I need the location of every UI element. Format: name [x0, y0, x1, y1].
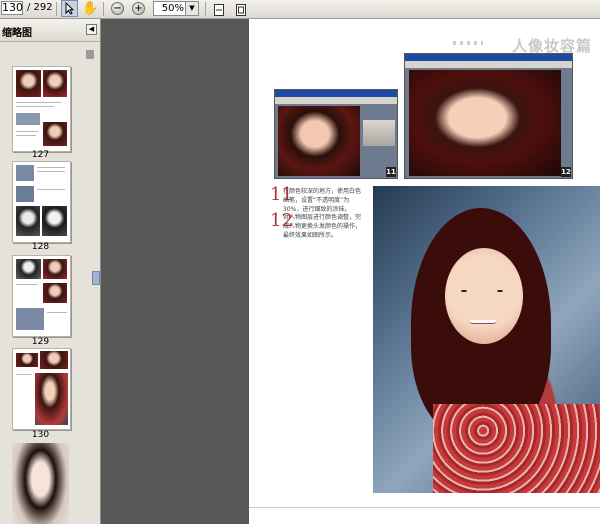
layers-panel [363, 120, 395, 146]
hand-tool-button[interactable]: ✋ [82, 1, 99, 16]
window-toolbar [275, 97, 397, 104]
thumbnail-page-128[interactable] [12, 161, 71, 243]
hand-icon: ✋ [82, 1, 99, 16]
thumbnail-image [16, 206, 40, 236]
portrait-photo [409, 70, 561, 176]
page-bottom-rule [249, 507, 600, 508]
toolbar: 130 / 292 ✋ − + 50% ▼ [0, 0, 600, 19]
thumbnail-image [43, 122, 67, 146]
thumbnail-image [16, 165, 34, 181]
photo-eye [461, 290, 467, 292]
step-text: 对人物图层进行颜色调整，完成人物更换头发颜色的操作，最终效果如图所示。 [283, 214, 362, 239]
thumbnail-text-line [37, 171, 65, 172]
page-number-input[interactable]: 130 [1, 1, 23, 15]
sidebar-title: 缩略图 [2, 28, 32, 39]
portrait-photo [278, 106, 360, 176]
step-screenshot-11: 11 [274, 89, 398, 179]
thumbnail-text-line [16, 374, 32, 375]
zoom-in-button[interactable]: + [132, 2, 145, 15]
thumbnail-text-line [47, 312, 67, 313]
thumbnail-page-127[interactable] [12, 66, 71, 152]
thumbnail-page-label: 130 [31, 430, 50, 440]
fit-page-icon [236, 4, 246, 16]
document-page: 人像妆容篇 11 12 11 在颜色较深的地方，使用白色画笔，设置“不透明度”为… [249, 19, 600, 524]
toolbar-separator [103, 2, 104, 16]
thumbnail-image [40, 351, 68, 369]
thumbnail-page-next[interactable] [12, 443, 69, 524]
select-tool-button[interactable] [61, 0, 78, 17]
toolbar-separator [56, 2, 57, 16]
window-toolbar [405, 61, 572, 68]
zoom-value: 50% [161, 3, 184, 14]
thumbnail-text-line [16, 102, 61, 103]
thumbnail-text-line [37, 167, 65, 168]
step-badge: 12 [561, 167, 571, 177]
thumbnail-image [16, 259, 41, 279]
thumbnail-image [16, 70, 41, 97]
zoom-out-button[interactable]: − [111, 2, 124, 15]
thumbnail-text-line [16, 135, 36, 136]
thumbnail-page-label: 127 [31, 150, 50, 160]
thumbnail-page-label: 128 [31, 242, 50, 252]
thumbnail-sidebar: 缩略图 ◀ 127 128 129 130 [0, 19, 101, 524]
photo-mouth [469, 320, 497, 324]
page-total: / 292 [27, 2, 53, 13]
thumbnail-image [42, 206, 67, 236]
final-portrait-photo [373, 186, 600, 493]
panel-resize-handle[interactable] [92, 271, 100, 285]
window-titlebar [275, 90, 397, 97]
thumbnail-text-line [16, 106, 54, 107]
close-panel-icon[interactable]: ◀ [86, 24, 97, 35]
step-badge: 11 [386, 167, 396, 177]
thumbnail-image [16, 353, 38, 367]
photo-face [445, 248, 523, 344]
step-text: 在颜色较深的地方，使用白色画笔，设置“不透明度”为30%，进行细致的涂抹。 [283, 188, 362, 213]
zoom-select[interactable]: 50% ▼ [153, 1, 199, 16]
sidebar-header: 缩略图 ◀ [0, 19, 100, 42]
photo-eye [497, 290, 503, 292]
thumbnail-page-label: 129 [31, 337, 50, 347]
step-screenshot-12: 12 [404, 53, 573, 179]
thumbnail-page-129[interactable] [12, 255, 71, 337]
single-page-icon [214, 4, 224, 16]
thumbnail-image [43, 283, 67, 303]
thumbnail-image [35, 373, 68, 425]
thumbnail-image [12, 443, 69, 524]
thumbnail-image [43, 259, 67, 279]
window-titlebar [405, 54, 572, 61]
single-page-view-button[interactable] [213, 2, 225, 16]
thumbnail-image [43, 70, 67, 97]
thumbnail-text-line [16, 284, 38, 285]
header-decoration [453, 41, 483, 45]
thumbnail-text-line [37, 189, 65, 190]
minus-circle-icon: − [113, 3, 122, 14]
thumbnail-image [16, 186, 34, 202]
photo-blouse [433, 404, 600, 493]
trash-icon[interactable] [86, 50, 94, 59]
thumbnail-image [16, 113, 40, 125]
plus-circle-icon: + [134, 3, 143, 14]
thumbnail-page-130[interactable] [12, 348, 71, 430]
cursor-icon [65, 1, 75, 15]
thumbnail-image [16, 308, 44, 330]
chevron-down-icon[interactable]: ▼ [185, 2, 198, 15]
thumbnail-text-line [16, 131, 38, 132]
toolbar-separator [205, 2, 206, 16]
fit-page-button[interactable] [235, 2, 247, 16]
